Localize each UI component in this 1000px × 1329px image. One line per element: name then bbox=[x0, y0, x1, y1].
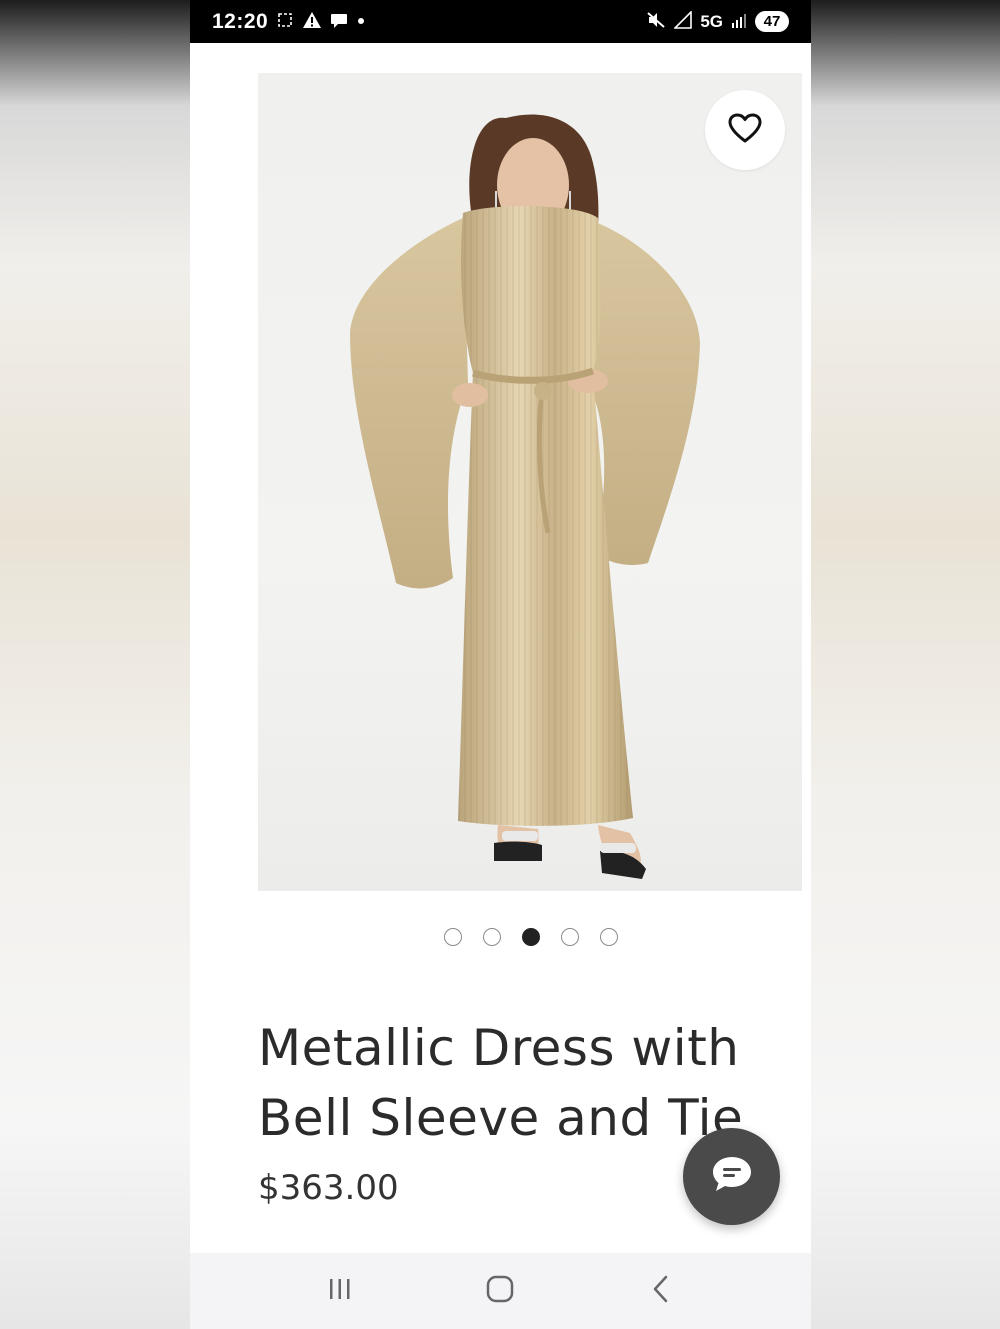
recent-apps-button[interactable] bbox=[310, 1261, 370, 1321]
chat-bubble-icon bbox=[330, 11, 348, 33]
favorite-button[interactable] bbox=[705, 90, 785, 170]
dress-model-illustration bbox=[350, 114, 700, 879]
alert-icon bbox=[302, 11, 322, 33]
background-blur-right bbox=[811, 0, 1000, 1329]
mute-icon bbox=[646, 11, 666, 33]
product-image[interactable] bbox=[258, 73, 802, 891]
carousel-dot-2[interactable] bbox=[482, 928, 501, 946]
screenshot-icon bbox=[276, 11, 294, 33]
home-button[interactable] bbox=[470, 1261, 530, 1321]
phone-screen: 12:20 5G 47 Metallic Dress with Bell Sle… bbox=[190, 0, 811, 1329]
status-bar: 12:20 5G 47 bbox=[190, 0, 811, 43]
back-button[interactable] bbox=[631, 1261, 691, 1321]
image-carousel-indicators bbox=[190, 928, 811, 946]
dot-icon bbox=[356, 14, 366, 30]
signal-icon bbox=[673, 9, 693, 33]
cell-bars-icon bbox=[731, 11, 747, 33]
system-navigation-bar bbox=[190, 1253, 811, 1329]
background-blur-left bbox=[0, 0, 190, 1329]
heart-icon bbox=[728, 113, 762, 148]
status-time: 12:20 bbox=[212, 9, 269, 33]
carousel-dot-3-active[interactable] bbox=[521, 928, 540, 946]
home-icon bbox=[485, 1274, 515, 1309]
network-type: 5G bbox=[700, 11, 723, 31]
carousel-dot-1[interactable] bbox=[443, 928, 462, 946]
chat-button[interactable] bbox=[683, 1128, 780, 1225]
chat-icon bbox=[710, 1154, 754, 1199]
carousel-dot-4[interactable] bbox=[560, 928, 579, 946]
battery-level: 47 bbox=[755, 11, 789, 32]
back-icon bbox=[650, 1274, 672, 1309]
product-price: $363.00 bbox=[258, 1168, 399, 1208]
recent-apps-icon bbox=[326, 1276, 354, 1307]
status-left: 12:20 bbox=[212, 10, 366, 34]
carousel-dot-5[interactable] bbox=[599, 928, 618, 946]
status-right: 5G 47 bbox=[646, 9, 789, 33]
